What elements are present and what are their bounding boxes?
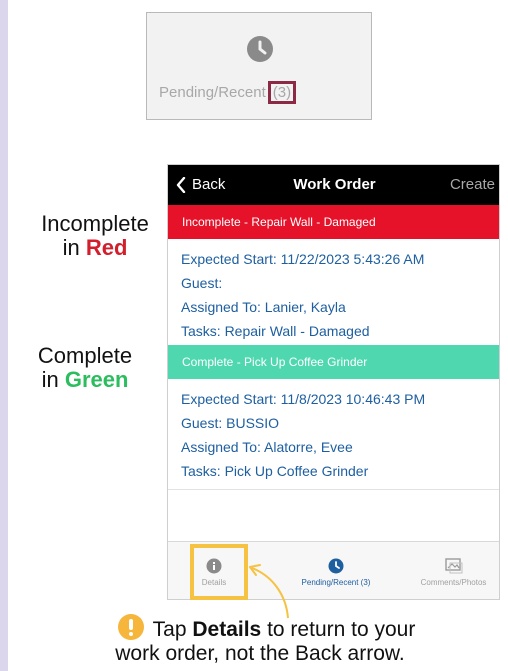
complete-order-band[interactable]: Complete - Pick Up Coffee Grinder xyxy=(168,345,499,379)
tab-pending-recent[interactable]: Pending/Recent (3) xyxy=(286,542,386,599)
assigned-to: Assigned To: Alatorre, Evee xyxy=(181,439,353,455)
work-order-card[interactable]: Expected Start: 11/8/2023 10:46:43 PM Gu… xyxy=(168,387,499,483)
guest: Guest: xyxy=(181,275,223,291)
phone-screen: Back Work Order Create Incomplete - Repa… xyxy=(167,164,500,600)
clock-icon xyxy=(328,558,344,573)
create-button[interactable]: Create xyxy=(450,176,495,193)
tasks: Tasks: Pick Up Coffee Grinder xyxy=(181,463,369,479)
incomplete-caption: Incomplete in Red xyxy=(30,212,160,260)
expected-start: Expected Start: 11/8/2023 10:46:43 PM xyxy=(181,391,426,407)
pending-count-badge: (3) xyxy=(267,81,297,104)
green-word: Green xyxy=(64,367,129,392)
pending-recent-text: Pending/Recent xyxy=(159,84,266,101)
tab-comments-photos[interactable]: Comments/Photos xyxy=(406,542,499,599)
left-accent-stripe xyxy=(0,0,8,671)
tip-bold: Details xyxy=(192,618,262,641)
divider xyxy=(168,489,499,490)
red-word: Red xyxy=(85,235,128,260)
incomplete-caption-line1: Incomplete xyxy=(41,211,149,236)
tab-comments-label: Comments/Photos xyxy=(420,577,487,587)
complete-caption: Complete in Green xyxy=(20,344,150,392)
photos-icon xyxy=(444,557,462,573)
assigned-to: Assigned To: Lanier, Kayla xyxy=(181,299,346,315)
tasks: Tasks: Repair Wall - Damaged xyxy=(181,323,370,339)
incomplete-order-band[interactable]: Incomplete - Repair Wall - Damaged xyxy=(168,205,499,239)
clock-icon xyxy=(247,36,273,62)
tip-pre: Tap xyxy=(152,618,193,641)
tip-line2: work order, not the Back arrow. xyxy=(115,642,405,665)
pending-recent-crop: Pending/Recent (3) xyxy=(146,12,372,120)
incomplete-in-word: in xyxy=(62,235,80,260)
tip-post: to return to your xyxy=(261,618,416,641)
nav-bar: Back Work Order Create xyxy=(168,165,499,205)
expected-start: Expected Start: 11/22/2023 5:43:26 AM xyxy=(181,251,425,267)
pointer-arrow-icon xyxy=(249,564,289,619)
work-order-card[interactable]: Expected Start: 11/22/2023 5:43:26 AM Gu… xyxy=(168,247,499,343)
tab-pending-label: Pending/Recent (3) xyxy=(301,577,371,587)
guest: Guest: BUSSIO xyxy=(181,415,280,431)
tip-text: Tap Details to return to your work order… xyxy=(60,618,460,666)
complete-in-word: in xyxy=(41,367,59,392)
pending-recent-label: Pending/Recent (3) xyxy=(159,81,359,104)
complete-caption-line1: Complete xyxy=(37,343,133,368)
tip-line1: Tap Details to return to your xyxy=(60,618,460,642)
complete-caption-line2: in Green xyxy=(20,368,150,392)
incomplete-caption-line2: in Red xyxy=(30,236,160,260)
